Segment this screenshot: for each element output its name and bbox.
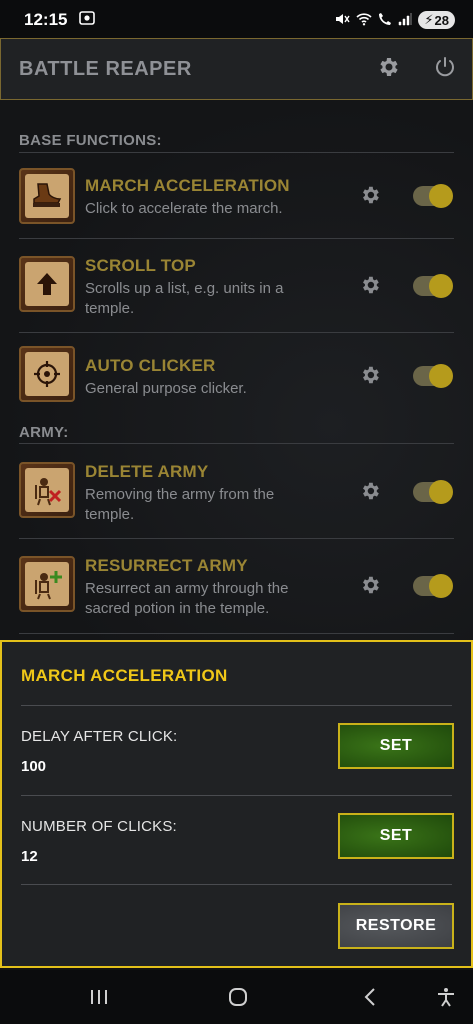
function-settings-gear-icon[interactable] xyxy=(359,184,383,208)
call-icon xyxy=(378,12,392,29)
divider xyxy=(21,884,452,885)
home-icon[interactable] xyxy=(225,984,251,1010)
app-title: BATTLE REAPER xyxy=(19,57,192,80)
function-settings-gear-icon[interactable] xyxy=(359,574,383,598)
signal-icon xyxy=(398,12,412,29)
function-item-march-acceleration[interactable]: MARCH ACCELERATION Click to accelerate t… xyxy=(0,166,473,238)
function-toggle[interactable] xyxy=(413,480,453,504)
clicks-value: 12 xyxy=(21,848,38,865)
function-toggle[interactable] xyxy=(413,364,453,388)
toggle-knob xyxy=(429,574,453,598)
screen-record-icon xyxy=(79,10,96,30)
divider xyxy=(19,633,454,634)
toggle-knob xyxy=(429,480,453,504)
function-toggle[interactable] xyxy=(413,184,453,208)
function-desc: Click to accelerate the march. xyxy=(85,200,283,217)
skeleton-delete-icon xyxy=(19,462,75,518)
function-title: SCROLL TOP xyxy=(85,256,196,275)
battery-indicator: ⚡ 28 xyxy=(418,11,455,29)
function-title: RESURRECT ARMY xyxy=(85,556,248,575)
back-icon[interactable] xyxy=(358,984,384,1010)
clicks-label: NUMBER OF CLICKS: xyxy=(21,818,177,835)
divider xyxy=(19,332,454,333)
function-item-resurrect-army[interactable]: RESURRECT ARMY Resurrect an army through… xyxy=(0,550,473,632)
delay-value: 100 xyxy=(21,758,47,775)
skeleton-plus-icon xyxy=(19,556,75,612)
function-desc: Resurrect an army through the sacred poti… xyxy=(85,580,289,617)
crosshair-icon xyxy=(19,346,75,402)
function-settings-gear-icon[interactable] xyxy=(359,274,383,298)
function-toggle[interactable] xyxy=(413,274,453,298)
bolt-icon: ⚡ xyxy=(424,12,434,27)
divider xyxy=(19,238,454,239)
function-toggle[interactable] xyxy=(413,574,453,598)
restore-button[interactable]: RESTORE xyxy=(338,903,454,949)
function-settings-panel: MARCH ACCELERATION DELAY AFTER CLICK: 10… xyxy=(0,640,473,968)
toggle-knob xyxy=(429,274,453,298)
arrow-up-icon xyxy=(19,256,75,312)
section-label-army: ARMY: xyxy=(19,424,69,441)
divider xyxy=(21,795,452,796)
panel-title: MARCH ACCELERATION xyxy=(21,666,228,685)
function-item-scroll-top[interactable]: SCROLL TOP Scrolls up a list, e.g. units… xyxy=(0,250,473,332)
function-item-delete-army[interactable]: DELETE ARMY Removing the army from the te… xyxy=(0,456,473,538)
power-icon[interactable] xyxy=(434,56,456,83)
system-nav-bar xyxy=(0,970,473,1024)
battery-level: 28 xyxy=(434,12,449,28)
boot-icon xyxy=(19,168,75,224)
function-title: MARCH ACCELERATION xyxy=(85,176,290,195)
functions-list[interactable]: BASE FUNCTIONS: MARCH ACCELERATION Click… xyxy=(0,100,473,640)
toggle-knob xyxy=(429,184,453,208)
mute-icon xyxy=(334,12,350,29)
divider xyxy=(21,705,452,706)
function-item-auto-clicker[interactable]: AUTO CLICKER General purpose clicker. xyxy=(0,344,473,408)
divider xyxy=(19,443,454,444)
divider xyxy=(19,152,454,153)
wifi-icon xyxy=(356,12,372,29)
section-label-base: BASE FUNCTIONS: xyxy=(19,132,162,149)
accessibility-icon[interactable] xyxy=(433,984,459,1010)
function-settings-gear-icon[interactable] xyxy=(359,364,383,388)
gear-icon[interactable] xyxy=(376,55,400,84)
function-settings-gear-icon[interactable] xyxy=(359,480,383,504)
function-title: DELETE ARMY xyxy=(85,462,209,481)
toggle-knob xyxy=(429,364,453,388)
function-desc: Scrolls up a list, e.g. units in a temple… xyxy=(85,280,284,317)
set-clicks-button[interactable]: SET xyxy=(338,813,454,859)
function-desc: General purpose clicker. xyxy=(85,380,247,397)
recent-apps-icon[interactable] xyxy=(86,984,112,1010)
set-delay-button[interactable]: SET xyxy=(338,723,454,769)
status-bar: 12:15 ⚡ 28 xyxy=(0,0,473,40)
function-desc: Removing the army from the temple. xyxy=(85,486,275,523)
app-header: BATTLE REAPER xyxy=(0,38,473,100)
status-time: 12:15 xyxy=(24,10,68,29)
delay-label: DELAY AFTER CLICK: xyxy=(21,728,178,745)
divider xyxy=(19,538,454,539)
function-title: AUTO CLICKER xyxy=(85,356,216,375)
